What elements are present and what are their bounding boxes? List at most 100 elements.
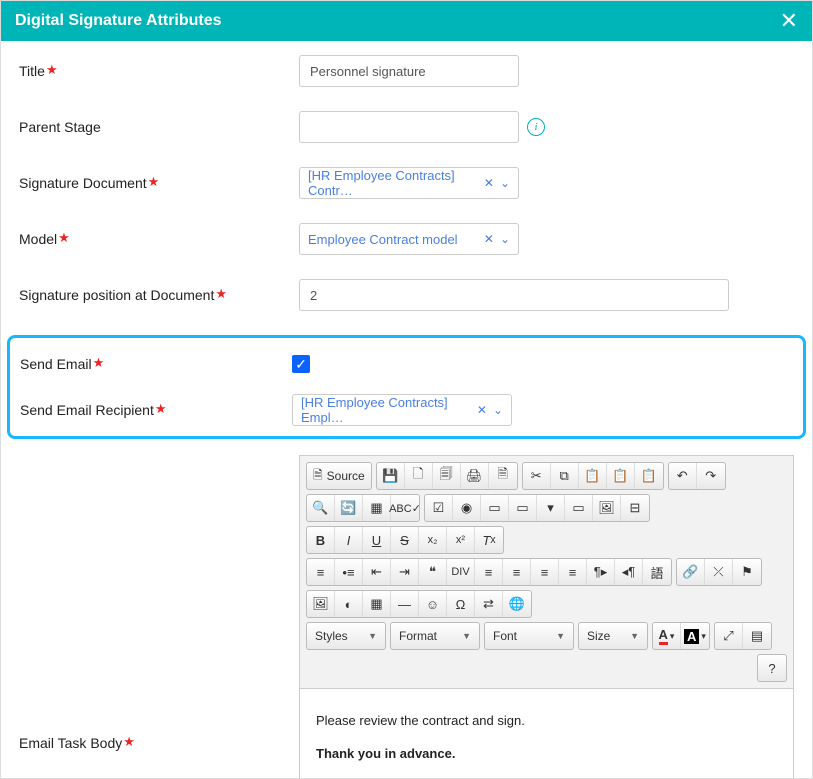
cut-icon[interactable]: ✂ [523,463,551,489]
bold-icon[interactable]: B [307,527,335,553]
copy-icon[interactable]: ⧉ [551,463,579,489]
preview-icon[interactable]: 🗐 [433,463,461,489]
unlink-icon[interactable]: ⤫ [705,559,733,585]
undo-icon[interactable]: ↶ [669,463,697,489]
templates-icon[interactable]: 🗎 [489,463,517,489]
pagebreak-icon[interactable]: ⇄ [475,591,503,617]
styles-label: Styles [315,629,348,643]
form-textfield-icon[interactable]: ▭ [481,495,509,521]
paste-text-icon[interactable]: 📋 [607,463,635,489]
required-star: ★ [148,174,160,189]
rte-content-area[interactable]: Please review the contract and sign. Tha… [300,689,793,778]
paste-icon[interactable]: 📋 [579,463,607,489]
numbered-list-icon[interactable]: ≡ [307,559,335,585]
iframe-icon[interactable]: 🌐 [503,591,531,617]
text-color-button[interactable]: A▾ [653,623,681,649]
bg-color-button[interactable]: A▾ [681,623,709,649]
form-hidden-icon[interactable]: ⊟ [621,495,649,521]
label-sigpos-text: Signature position at Document [19,287,214,303]
language-icon[interactable]: 語 [643,559,671,585]
signature-document-select[interactable]: [HR Employee Contracts] Contr… ✕ ⌄ [299,167,519,199]
find-icon[interactable]: 🔍 [307,495,335,521]
model-select[interactable]: Employee Contract model ✕ ⌄ [299,223,519,255]
subscript-icon[interactable]: x₂ [419,527,447,553]
dialog-body: Title★ Parent Stage i Signature Document… [1,41,812,778]
size-label: Size [587,629,610,643]
format-dropdown[interactable]: Format▼ [390,622,480,650]
maximize-icon[interactable]: ⤢ [715,623,743,649]
paste-word-icon[interactable]: 📋 [635,463,663,489]
clear-icon[interactable]: ✕ [484,232,494,246]
show-blocks-icon[interactable]: ▤ [743,623,771,649]
font-dropdown[interactable]: Font▼ [484,622,574,650]
remove-format-icon[interactable]: Tx [475,527,503,553]
help-button[interactable]: ? [758,655,786,681]
selectall-icon[interactable]: ▦ [363,495,391,521]
align-left-icon[interactable]: ≡ [475,559,503,585]
specialchar-icon[interactable]: Ω [447,591,475,617]
chevron-down-icon[interactable]: ⌄ [493,403,503,417]
label-sig-position: Signature position at Document★ [19,287,299,304]
send-email-recipient-select[interactable]: [HR Employee Contracts] Empl… ✕ ⌄ [292,394,512,426]
form-select-icon[interactable]: ▾ [537,495,565,521]
required-star: ★ [215,286,227,301]
clear-icon[interactable]: ✕ [484,176,494,190]
close-icon[interactable]: ✕ [780,8,798,34]
send-email-checkbox[interactable]: ✓ [292,355,310,373]
parent-stage-input[interactable] [299,111,519,143]
size-dropdown[interactable]: Size▼ [578,622,648,650]
outdent-icon[interactable]: ⇤ [363,559,391,585]
blockquote-icon[interactable]: ❝ [419,559,447,585]
row-send-email-recipient: Send Email Recipient★ [HR Employee Contr… [20,394,793,426]
italic-icon[interactable]: I [335,527,363,553]
align-right-icon[interactable]: ≡ [531,559,559,585]
label-sigdoc-text: Signature Document [19,175,147,191]
form-checkbox-icon[interactable]: ☑ [425,495,453,521]
rtl-icon[interactable]: ◂¶ [615,559,643,585]
label-send-recipient-text: Send Email Recipient [20,402,154,418]
spellcheck-icon[interactable]: ABC✓ [391,495,419,521]
label-signature-document: Signature Document★ [19,175,299,192]
save-icon[interactable]: 💾 [377,463,405,489]
hr-icon[interactable]: ― [391,591,419,617]
flash-icon[interactable]: ◐ [335,591,363,617]
superscript-icon[interactable]: x² [447,527,475,553]
indent-icon[interactable]: ⇥ [391,559,419,585]
image-icon[interactable]: 🖼 [307,591,335,617]
new-page-icon[interactable]: 🗋 [405,463,433,489]
align-center-icon[interactable]: ≡ [503,559,531,585]
sig-position-input[interactable] [299,279,729,311]
email-body-line1: Please review the contract and sign. [316,713,777,728]
source-button[interactable]: 🗎 Source [307,463,371,489]
anchor-icon[interactable]: ⚑ [733,559,761,585]
info-icon[interactable]: i [527,118,545,136]
link-icon[interactable]: 🔗 [677,559,705,585]
redo-icon[interactable]: ↷ [697,463,725,489]
label-model: Model★ [19,231,299,248]
strike-icon[interactable]: S [391,527,419,553]
title-input[interactable] [299,55,519,87]
rte-toolbar: 🗎 Source 💾 🗋 🗐 🖨 🗎 ✂ [300,456,793,689]
smiley-icon[interactable]: ☺ [419,591,447,617]
form-textarea-icon[interactable]: ▭ [509,495,537,521]
send-email-highlight-group: Send Email★ ✓ Send Email Recipient★ [HR … [7,335,806,439]
form-image-icon[interactable]: 🖼 [593,495,621,521]
clear-icon[interactable]: ✕ [477,403,487,417]
form-radio-icon[interactable]: ◉ [453,495,481,521]
chevron-down-icon[interactable]: ⌄ [500,232,510,246]
bullet-list-icon[interactable]: •≡ [335,559,363,585]
replace-icon[interactable]: 🔄 [335,495,363,521]
chevron-down-icon[interactable]: ⌄ [500,176,510,190]
table-icon[interactable]: ▦ [363,591,391,617]
underline-icon[interactable]: U [363,527,391,553]
print-icon[interactable]: 🖨 [461,463,489,489]
row-signature-document: Signature Document★ [HR Employee Contrac… [19,167,794,199]
styles-dropdown[interactable]: Styles▼ [306,622,386,650]
ltr-icon[interactable]: ¶▸ [587,559,615,585]
form-button-icon[interactable]: ▭ [565,495,593,521]
font-label: Font [493,629,517,643]
format-label: Format [399,629,437,643]
dialog-title: Digital Signature Attributes [15,12,222,30]
align-justify-icon[interactable]: ≡ [559,559,587,585]
div-icon[interactable]: DIV [447,559,475,585]
